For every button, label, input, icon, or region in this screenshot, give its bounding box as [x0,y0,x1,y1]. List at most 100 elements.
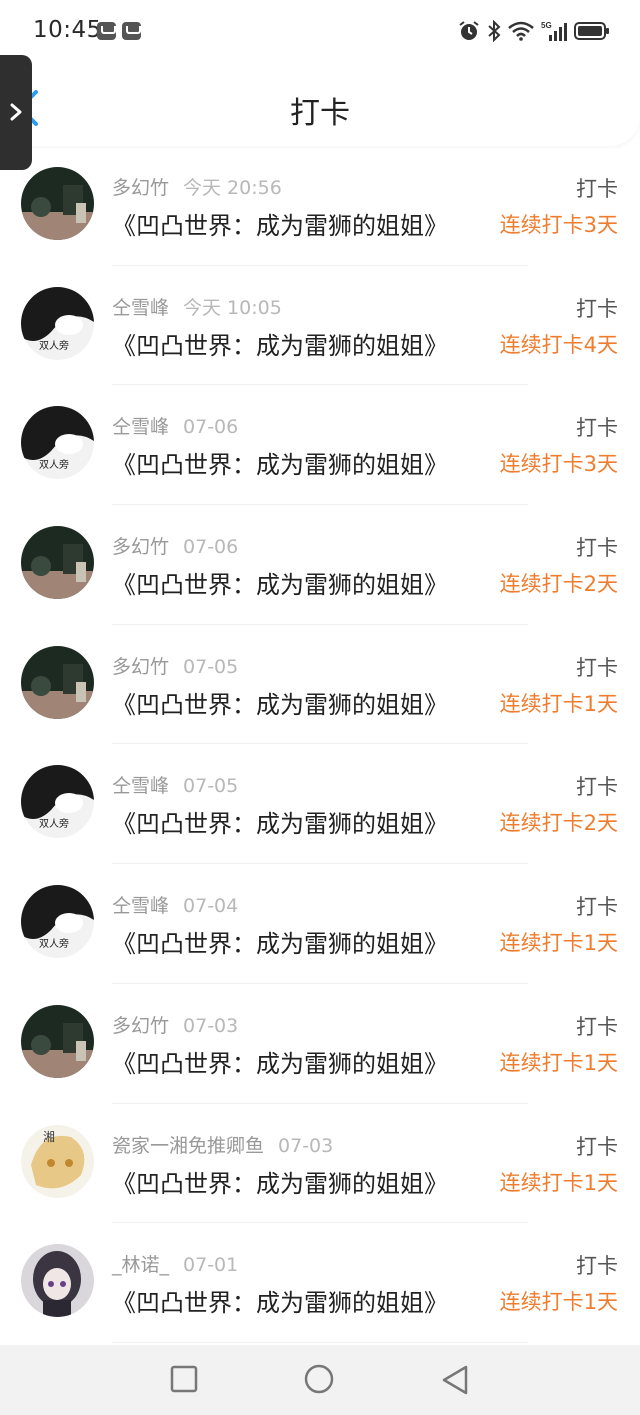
home-circle-icon[interactable] [304,1364,334,1394]
user-name[interactable]: 多幻竹 [112,1015,169,1037]
book-title[interactable]: 《凹凸世界：成为雷狮的姐姐》 [112,685,448,720]
list-item[interactable]: 多幻竹 今天 20:56 《凹凸世界：成为雷狮的姐姐》 打卡 连续打卡3天 [0,146,640,266]
wifi-icon [508,21,534,41]
book-title[interactable]: 《凹凸世界：成为雷狮的姐姐》 [112,565,448,600]
5g-signal-icon: 5G [541,21,567,41]
checkin-date: 今天 20:56 [183,177,282,199]
user-name[interactable]: _林诺_ [112,1254,169,1276]
divider [112,1341,528,1343]
back-triangle-icon[interactable] [441,1365,469,1395]
avatar[interactable]: 湘 [21,1124,94,1198]
header: 打卡 [0,60,640,146]
action-label: 打卡 [576,536,618,561]
list-item[interactable]: 双人旁 仝雪峰 07-05 《凹凸世界：成为雷狮的姐姐》 打卡 连续打卡2天 [0,744,640,865]
avatar-image: 双人旁 [21,885,94,959]
action-label: 打卡 [576,1254,618,1279]
list-item[interactable]: 双人旁 仝雪峰 07-06 《凹凸世界：成为雷狮的姐姐》 打卡 连续打卡3天 [0,385,640,506]
list-item[interactable]: 湘 瓷家一湘免推卿鱼 07-03 《凹凸世界：成为雷狮的姐姐》 打卡 连续打卡1天 [0,1104,640,1224]
streak-label: 连续打卡4天 [499,332,618,357]
status-bar: 10:45 5G [0,0,640,60]
checkin-date: 07-05 [183,775,239,798]
user-name[interactable]: 仝雪峰 [112,895,169,917]
checkin-date: 07-06 [183,536,239,559]
action-label: 打卡 [576,1134,618,1159]
avatar[interactable] [21,167,94,240]
avatar[interactable] [21,1244,94,1318]
list-item[interactable]: 双人旁 仝雪峰 07-04 《凹凸世界：成为雷狮的姐姐》 打卡 连续打卡1天 [0,864,640,984]
system-nav-bar [0,1345,640,1415]
avatar-image: 湘 [21,1124,94,1198]
streak-label: 连续打卡2天 [499,811,618,836]
battery-icon [574,22,609,40]
streak-label: 连续打卡2天 [499,572,618,597]
avatar-caption: 湘 [43,1129,55,1144]
streak-label: 连续打卡1天 [499,1170,618,1195]
book-title[interactable]: 《凹凸世界：成为雷狮的姐姐》 [112,1044,448,1079]
avatar-image: 双人旁 [21,765,94,839]
avatar-caption: 双人旁 [39,817,69,830]
avatar[interactable] [21,645,94,719]
action-label: 打卡 [576,655,618,680]
user-name[interactable]: 仝雪峰 [112,775,169,797]
avatar-image [21,526,94,600]
avatar-image [21,645,94,719]
list-item[interactable]: 双人旁 仝雪峰 今天 10:05 《凹凸世界：成为雷狮的姐姐》 打卡 连续打卡4天 [0,266,640,386]
avatar-caption: 双人旁 [39,937,69,950]
user-meta: 仝雪峰 今天 10:05 [112,293,282,320]
avatar-image [21,167,94,240]
user-meta: 多幻竹 07-03 [112,1011,238,1038]
avatar-image [21,1004,94,1078]
avatar[interactable] [21,526,94,600]
list-item[interactable]: 多幻竹 07-06 《凹凸世界：成为雷狮的姐姐》 打卡 连续打卡2天 [0,505,640,625]
book-title[interactable]: 《凹凸世界：成为雷狮的姐姐》 [112,924,448,959]
avatar-image: 双人旁 [21,286,94,360]
user-meta: 瓷家一湘免推卿鱼 07-03 [112,1131,333,1158]
action-label: 打卡 [576,416,618,441]
user-name[interactable]: 多幻竹 [112,656,169,678]
book-title[interactable]: 《凹凸世界：成为雷狮的姐姐》 [112,445,448,480]
user-meta: 多幻竹 07-05 [112,652,238,679]
user-meta: 多幻竹 今天 20:56 [112,173,282,200]
action-label: 打卡 [576,895,618,920]
checkin-date: 07-04 [183,895,239,918]
user-meta: _林诺_ 07-01 [112,1250,238,1277]
streak-label: 连续打卡1天 [499,1290,618,1315]
book-title[interactable]: 《凹凸世界：成为雷狮的姐姐》 [112,804,448,839]
action-label: 打卡 [576,775,618,800]
streak-label: 连续打卡1天 [499,691,618,716]
avatar[interactable]: 双人旁 [21,765,94,839]
mail-icon [97,22,116,40]
list-item[interactable]: 多幻竹 07-05 《凹凸世界：成为雷狮的姐姐》 打卡 连续打卡1天 [0,625,640,745]
avatar[interactable] [21,1004,94,1078]
user-name[interactable]: 多幻竹 [112,536,169,558]
user-name[interactable]: 仝雪峰 [112,297,169,319]
book-title[interactable]: 《凹凸世界：成为雷狮的姐姐》 [112,1164,448,1199]
bluetooth-icon [488,20,501,42]
user-name[interactable]: 仝雪峰 [112,416,169,438]
book-title[interactable]: 《凹凸世界：成为雷狮的姐姐》 [112,326,448,361]
book-title[interactable]: 《凹凸世界：成为雷狮的姐姐》 [112,1283,448,1318]
checkin-date: 07-06 [183,416,239,439]
recents-square-icon[interactable] [170,1365,198,1393]
user-name[interactable]: 瓷家一湘免推卿鱼 [112,1135,264,1157]
avatar-image: 双人旁 [21,406,94,480]
streak-label: 连续打卡1天 [499,931,618,956]
svg-text:5G: 5G [541,21,552,30]
alarm-icon [459,21,479,40]
book-title[interactable]: 《凹凸世界：成为雷狮的姐姐》 [112,206,448,241]
user-meta: 仝雪峰 07-04 [112,891,238,918]
list-item[interactable]: _林诺_ 07-01 《凹凸世界：成为雷狮的姐姐》 打卡 连续打卡1天 [0,1223,640,1343]
user-name[interactable]: 多幻竹 [112,177,169,199]
avatar[interactable]: 双人旁 [21,286,94,360]
system-icons: 5G [458,18,610,44]
list-item[interactable]: 多幻竹 07-03 《凹凸世界：成为雷狮的姐姐》 打卡 连续打卡1天 [0,984,640,1104]
status-time: 10:45 [33,17,102,43]
mail-icon [122,22,141,40]
avatar[interactable]: 双人旁 [21,885,94,959]
checkin-date: 07-05 [183,655,239,678]
user-meta: 仝雪峰 07-05 [112,771,238,798]
streak-label: 连续打卡3天 [499,452,618,477]
checkin-list: 多幻竹 今天 20:56 《凹凸世界：成为雷狮的姐姐》 打卡 连续打卡3天 双人旁… [0,146,640,1343]
avatar[interactable]: 双人旁 [21,406,94,480]
action-label: 打卡 [576,296,618,321]
